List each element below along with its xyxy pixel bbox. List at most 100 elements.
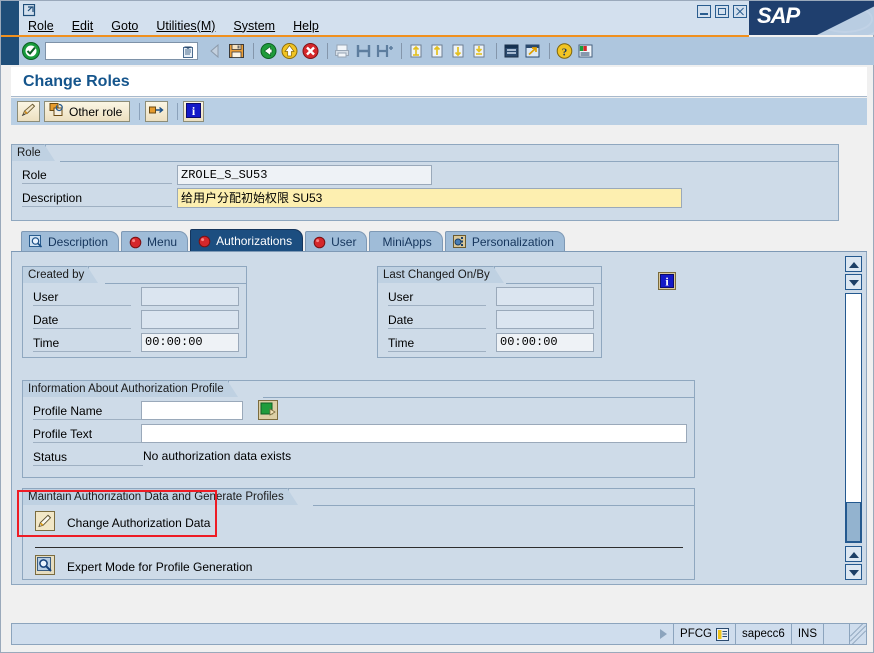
last-changed-user-label: User xyxy=(388,289,486,306)
last-changed-date-input[interactable] xyxy=(496,310,594,329)
command-field-dropdown-icon[interactable] xyxy=(182,45,195,59)
back-arrow-icon[interactable] xyxy=(206,41,225,61)
menu-item-goto[interactable]: Goto xyxy=(102,18,147,35)
window-resize-grip[interactable] xyxy=(849,624,866,644)
created-by-date-input[interactable] xyxy=(141,310,239,329)
print-icon[interactable] xyxy=(333,41,352,61)
save-icon[interactable] xyxy=(227,41,246,61)
change-authorization-data-button[interactable]: Change Authorization Data xyxy=(35,511,210,534)
tab-user[interactable]: User xyxy=(305,231,368,252)
last-changed-group: Last Changed On/By User Date Time 00:00:… xyxy=(377,266,602,358)
status-system-name: sapecc6 xyxy=(741,628,785,640)
profile-select-icon[interactable] xyxy=(258,400,278,423)
window-left-stripe xyxy=(1,1,19,35)
created-by-user-input[interactable] xyxy=(141,287,239,306)
content-vertical-scrollbar[interactable] xyxy=(844,256,864,581)
tab-personalization-label: Personalization xyxy=(471,235,554,249)
status-insert-mode-cell[interactable]: INS xyxy=(790,624,823,644)
tabstrip: Description Menu Authorizations User Min… xyxy=(21,229,867,252)
role-field-input[interactable]: ZROLE_S_SU53 xyxy=(177,165,432,185)
role-group-title: Role xyxy=(11,144,55,161)
close-button[interactable] xyxy=(733,5,747,18)
menu-bar-items: Role Edit Goto Utilities(M) System Help xyxy=(19,17,328,35)
status-transaction-cell[interactable]: PFCG xyxy=(673,624,735,644)
sap-system-menu-icon[interactable] xyxy=(22,3,37,17)
description-field-input[interactable]: 给用户分配初始权限 SU53 xyxy=(177,188,682,208)
svg-text:?: ? xyxy=(562,46,568,58)
authorization-profile-group: Information About Authorization Profile … xyxy=(22,380,695,478)
create-session-icon[interactable] xyxy=(502,41,521,61)
last-changed-user-input[interactable] xyxy=(496,287,594,306)
transaction-inheritance-button[interactable] xyxy=(145,101,169,122)
tab-personalization[interactable]: Personalization xyxy=(444,231,565,252)
status-transaction-code: PFCG xyxy=(680,628,712,640)
change-display-button[interactable] xyxy=(17,101,40,122)
menu-item-help[interactable]: Help xyxy=(284,18,328,35)
chevron-up-icon xyxy=(849,552,859,558)
maintain-divider xyxy=(35,547,683,548)
command-field[interactable] xyxy=(45,42,198,60)
tab-description-label: Description xyxy=(48,235,109,249)
scroll-up-top-button[interactable] xyxy=(845,256,862,272)
expert-mode-button[interactable]: Expert Mode for Profile Generation xyxy=(35,555,252,578)
tab-menu-label: Menu xyxy=(147,235,178,249)
info-button[interactable]: i xyxy=(183,101,205,122)
find-next-icon[interactable] xyxy=(375,41,394,61)
created-by-time-input[interactable]: 00:00:00 xyxy=(141,333,239,352)
layout-menu-icon[interactable] xyxy=(576,41,595,61)
scrollbar-thumb[interactable] xyxy=(846,502,861,542)
profile-name-input[interactable] xyxy=(141,401,243,420)
last-changed-time-input[interactable]: 00:00:00 xyxy=(496,333,594,352)
menu-item-role[interactable]: Role xyxy=(19,18,63,35)
profile-text-input[interactable] xyxy=(141,424,687,443)
menu-item-goto-label: Goto xyxy=(111,18,139,33)
toolbar-separator xyxy=(327,43,328,59)
toolbar-separator xyxy=(496,43,497,59)
transaction-menu-icon[interactable] xyxy=(715,627,729,641)
last-page-icon[interactable] xyxy=(470,41,489,61)
red-cancel-icon[interactable] xyxy=(301,41,320,61)
scroll-down-top-button[interactable] xyxy=(845,274,862,290)
title-menu-bar: Role Edit Goto Utilities(M) System Help … xyxy=(1,1,874,35)
created-by-group: Created by User Date Time 00:00:00 xyxy=(22,266,247,358)
menu-item-edit[interactable]: Edit xyxy=(63,18,103,35)
system-toolbar: ? xyxy=(1,37,874,65)
created-by-user-label: User xyxy=(33,289,131,306)
yellow-exit-icon[interactable] xyxy=(280,41,299,61)
green-back-icon[interactable] xyxy=(259,41,278,61)
toolbar-separator xyxy=(253,43,254,59)
maintain-authorization-group: Maintain Authorization Data and Generate… xyxy=(22,488,695,580)
tab-authorizations-label: Authorizations xyxy=(216,234,293,248)
menu-item-utilities[interactable]: Utilities(M) xyxy=(147,18,224,35)
chevron-down-icon xyxy=(849,280,859,286)
sap-logo-text: SAP xyxy=(757,3,800,28)
other-role-button[interactable]: Other role xyxy=(44,101,131,122)
status-expand-icon[interactable] xyxy=(660,629,668,639)
role-group-box: Role Role ZROLE_S_SU53 Description 给用户分配… xyxy=(11,144,839,221)
tab-authorizations[interactable]: Authorizations xyxy=(190,229,304,252)
red-ball-icon xyxy=(129,236,142,249)
scrollbar-track[interactable] xyxy=(845,293,862,543)
first-page-icon[interactable] xyxy=(407,41,426,61)
tab-description[interactable]: Description xyxy=(21,231,120,252)
status-system-cell[interactable]: sapecc6 xyxy=(734,624,791,644)
next-page-icon[interactable] xyxy=(449,41,468,61)
scroll-down-bottom-button[interactable] xyxy=(845,564,862,580)
tab-menu[interactable]: Menu xyxy=(121,231,189,252)
scroll-up-bottom-button[interactable] xyxy=(845,546,862,562)
profile-info-button[interactable]: i xyxy=(658,272,676,293)
command-input[interactable] xyxy=(49,43,179,59)
create-shortcut-icon[interactable] xyxy=(523,41,542,61)
toolbar-left-stripe xyxy=(1,37,19,65)
status-insert-mode: INS xyxy=(797,628,817,640)
tab-miniapps[interactable]: MiniApps xyxy=(369,231,443,252)
help-icon[interactable]: ? xyxy=(555,41,574,61)
maximize-button[interactable] xyxy=(715,5,729,18)
menu-item-system[interactable]: System xyxy=(224,18,284,35)
find-icon[interactable] xyxy=(354,41,373,61)
maintain-authorization-title: Maintain Authorization Data and Generate… xyxy=(22,488,298,505)
maintain-authorization-title-line xyxy=(313,505,694,506)
previous-page-icon[interactable] xyxy=(428,41,447,61)
minimize-button[interactable] xyxy=(697,5,711,18)
green-check-enter-icon[interactable] xyxy=(21,41,41,61)
